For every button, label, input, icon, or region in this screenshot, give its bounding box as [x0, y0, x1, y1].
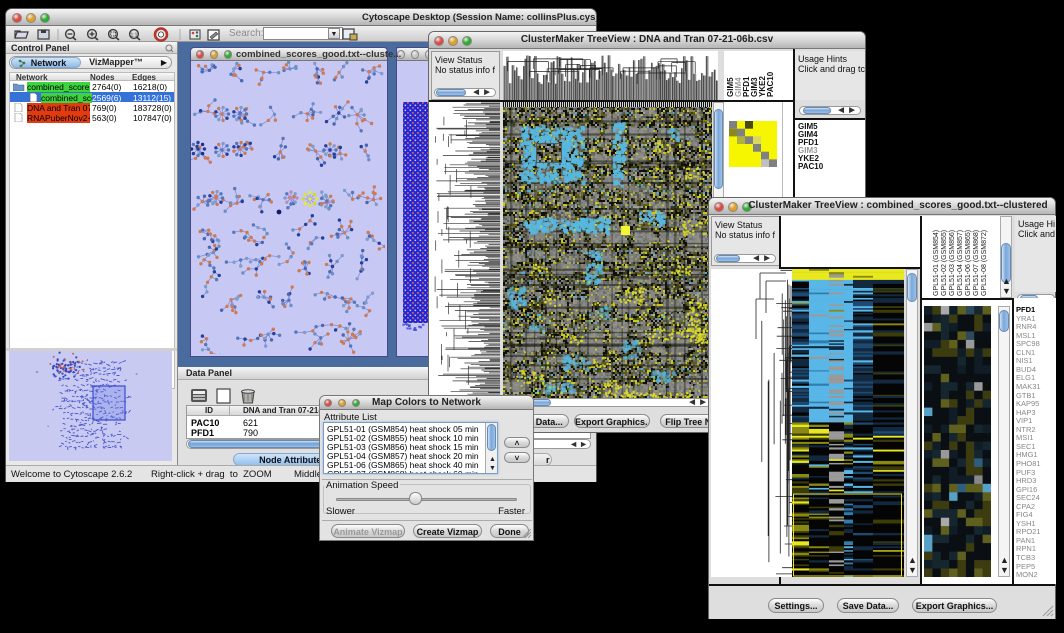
svg-text:GPL51-06 (GSM865): GPL51-06 (GSM865) [965, 230, 972, 296]
svg-text:GPL51-02 (GSM855): GPL51-02 (GSM855) [941, 230, 948, 296]
svg-text:GPL51-07 (GSM868): GPL51-07 (GSM868) [973, 230, 980, 296]
svg-text:PAC10: PAC10 [766, 71, 775, 97]
svg-text:GPL51-08 (GSM872): GPL51-08 (GSM872) [981, 230, 988, 296]
svg-text:GPL51-04 (GSM857): GPL51-04 (GSM857) [957, 230, 964, 296]
svg-text:1:1: 1:1 [131, 32, 138, 38]
svg-text:GPL51-01 (GSM854): GPL51-01 (GSM854) [933, 230, 940, 296]
svg-text:GPL51-03 (GSM856): GPL51-03 (GSM856) [949, 230, 956, 296]
